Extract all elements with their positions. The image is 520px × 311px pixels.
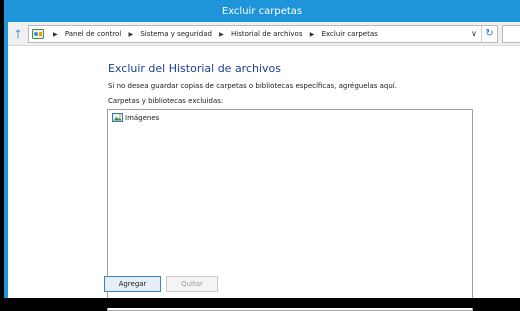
breadcrumb-item-system-security[interactable]: Sistema y seguridad <box>140 30 212 38</box>
breadcrumb: ▶ Panel de control ▶ Sistema y seguridad… <box>48 26 378 42</box>
window-title: Excluir carpetas <box>221 6 303 17</box>
breadcrumb-item-exclude-folders[interactable]: Excluir carpetas <box>322 30 378 38</box>
list-item[interactable]: Imágenes <box>112 113 159 122</box>
address-dropdown-icon[interactable]: ∨ <box>467 26 481 42</box>
list-item-label: Imágenes <box>125 113 160 122</box>
page-description: Si no desea guardar copias de carpetas o… <box>108 82 397 90</box>
breadcrumb-separator-icon[interactable]: ▶ <box>310 27 315 42</box>
breadcrumb-item-file-history[interactable]: Historial de archivos <box>231 30 302 38</box>
navigation-bar: 🡑 ▶ Panel de control ▶ Sistema y segurid… <box>8 22 520 46</box>
search-input[interactable] <box>502 25 520 43</box>
address-bar[interactable]: ▶ Panel de control ▶ Sistema y seguridad… <box>28 25 498 43</box>
refresh-icon[interactable]: ↻ <box>481 26 497 42</box>
screen-edge <box>0 298 520 308</box>
window: Excluir carpetas 🡑 ▶ Panel de control ▶ … <box>4 0 520 311</box>
control-panel-icon <box>32 29 44 39</box>
breadcrumb-separator-icon[interactable]: ▶ <box>128 27 133 42</box>
excluded-folders-list[interactable]: Imágenes <box>107 109 473 311</box>
page-title: Excluir del Historial de archivos <box>108 62 282 75</box>
main-content: Excluir del Historial de archivos Si no … <box>8 46 520 311</box>
pictures-library-icon <box>112 113 123 122</box>
add-button[interactable]: Agregar <box>104 276 161 292</box>
excluded-list-label: Carpetas y bibliotecas excluidas: <box>108 97 224 105</box>
remove-button[interactable]: Quitar <box>166 276 218 292</box>
up-arrow-icon[interactable]: 🡑 <box>11 26 25 42</box>
breadcrumb-separator-icon: ▶ <box>53 31 58 38</box>
breadcrumb-item-control-panel[interactable]: Panel de control <box>65 30 121 38</box>
breadcrumb-separator-icon[interactable]: ▶ <box>219 27 224 42</box>
